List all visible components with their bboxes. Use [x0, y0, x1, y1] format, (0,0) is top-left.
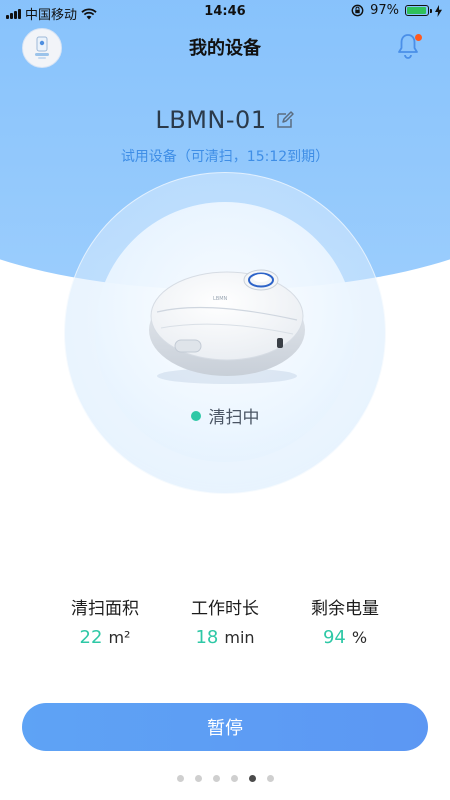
page-dot[interactable] — [176, 775, 184, 782]
stat-value: 18 — [195, 627, 219, 648]
device-name-row: LBMN-01 — [0, 106, 450, 134]
notification-button[interactable] — [396, 32, 422, 60]
stat-value: 22 — [79, 627, 103, 648]
charging-icon — [435, 4, 442, 17]
page-title: 我的设备 — [189, 38, 261, 59]
battery-icon — [405, 5, 432, 16]
status-right: 97% — [351, 3, 442, 18]
notification-badge-dot — [415, 34, 422, 41]
stat-duration: 工作时长 18 min — [165, 594, 285, 648]
battery-percent: 97% — [370, 3, 399, 18]
status-bar: 中国移动 14:46 97% — [0, 0, 450, 24]
stat-unit: % — [351, 628, 368, 647]
device-screen: 中国移动 14:46 97% 我的设备 LBMN-01 试用设备（可清扫，15:… — [0, 0, 450, 800]
orientation-lock-icon — [351, 4, 364, 17]
svg-text:LBMN: LBMN — [213, 296, 228, 302]
edit-name-icon[interactable] — [275, 110, 295, 130]
cleaning-status: 清扫中 — [0, 403, 450, 428]
pause-button[interactable]: 暂停 — [22, 703, 428, 751]
stat-area: 清扫面积 22 m² — [45, 594, 165, 648]
robot-vacuum-image: LBMN — [149, 269, 305, 384]
stat-battery: 剩余电量 94% — [285, 594, 405, 648]
page-dot[interactable] — [194, 775, 202, 782]
stat-label: 清扫面积 — [71, 599, 139, 619]
page-indicator[interactable] — [0, 775, 450, 782]
battery-level-fill — [407, 7, 427, 14]
stat-unit: min — [224, 628, 255, 647]
page-dot[interactable] — [230, 775, 238, 782]
status-label: 清扫中 — [208, 408, 260, 428]
stat-value-row: 22 m² — [45, 627, 165, 648]
stat-value-row: 94% — [285, 627, 405, 648]
stat-unit: m² — [108, 628, 131, 647]
stat-value-row: 18 min — [165, 627, 285, 648]
status-indicator-dot — [190, 410, 201, 421]
trial-notice: 试用设备（可清扫，15:12到期） — [120, 149, 330, 165]
stats-panel: 清扫面积 22 m² 工作时长 18 min 剩余电量 94% — [0, 594, 450, 648]
page-dot[interactable] — [266, 775, 274, 782]
stat-label: 剩余电量 — [311, 599, 379, 619]
stat-value: 94 — [322, 627, 346, 648]
page-dot[interactable] — [212, 775, 220, 782]
device-name: LBMN-01 — [155, 106, 267, 134]
page-dot[interactable] — [248, 775, 256, 782]
stat-label: 工作时长 — [191, 599, 259, 619]
